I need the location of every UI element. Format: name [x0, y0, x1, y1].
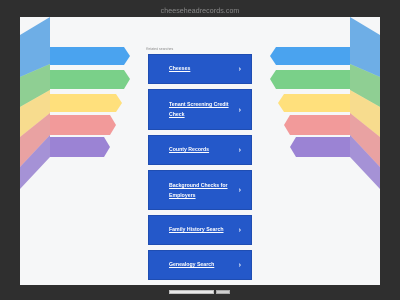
ribbon-arrow-yellow	[50, 94, 122, 112]
footer-bar	[0, 285, 400, 300]
ribbon-arrow-yellow	[278, 94, 350, 112]
right-ribbon-decoration	[270, 17, 380, 189]
domain-title: cheeseheadrecords.com	[160, 8, 240, 15]
ribbon-arrow-blue	[270, 47, 350, 65]
chevron-right-icon: ›	[238, 262, 241, 269]
footer-input-bar[interactable]	[169, 290, 214, 294]
link-label: Family History Search	[169, 227, 224, 233]
link-label: Genealogy Search	[169, 262, 215, 268]
chevron-right-icon: ›	[238, 107, 241, 114]
link-county-records[interactable]: County Records ›	[148, 135, 252, 165]
top-bar: cheeseheadrecords.com	[0, 0, 400, 17]
chevron-right-icon: ›	[238, 66, 241, 73]
link-label: Tenant Screening Credit Check	[169, 102, 229, 118]
related-searches-label: Related searches	[146, 47, 174, 51]
ribbon-arrow-green	[50, 70, 130, 89]
chevron-right-icon: ›	[238, 147, 241, 154]
link-tenant-screening[interactable]: Tenant Screening Credit Check ›	[148, 89, 252, 130]
ribbon-arrow-green	[270, 70, 350, 89]
parked-page-panel: Related searches Cheeses › Tenant Screen…	[20, 17, 380, 285]
ribbon-arrow-purple	[290, 137, 350, 157]
footer-button[interactable]	[216, 290, 230, 294]
chevron-right-icon: ›	[238, 187, 241, 194]
ribbon-arrow-red	[284, 115, 350, 135]
related-searches: Related searches Cheeses › Tenant Screen…	[146, 47, 254, 280]
link-label: Cheeses	[169, 66, 191, 72]
ribbon-arrow-blue	[50, 47, 130, 65]
ribbon-arrow-purple	[50, 137, 110, 157]
chevron-right-icon: ›	[238, 227, 241, 234]
left-ribbon-decoration	[20, 17, 130, 189]
link-background-checks[interactable]: Background Checks for Employers ›	[148, 170, 252, 210]
link-cheeses[interactable]: Cheeses ›	[148, 54, 252, 84]
link-label: County Records	[169, 147, 210, 153]
link-label: Background Checks for Employers	[169, 183, 228, 199]
link-family-history[interactable]: Family History Search ›	[148, 215, 252, 245]
link-genealogy[interactable]: Genealogy Search ›	[148, 250, 252, 280]
ribbon-arrow-red	[50, 115, 116, 135]
